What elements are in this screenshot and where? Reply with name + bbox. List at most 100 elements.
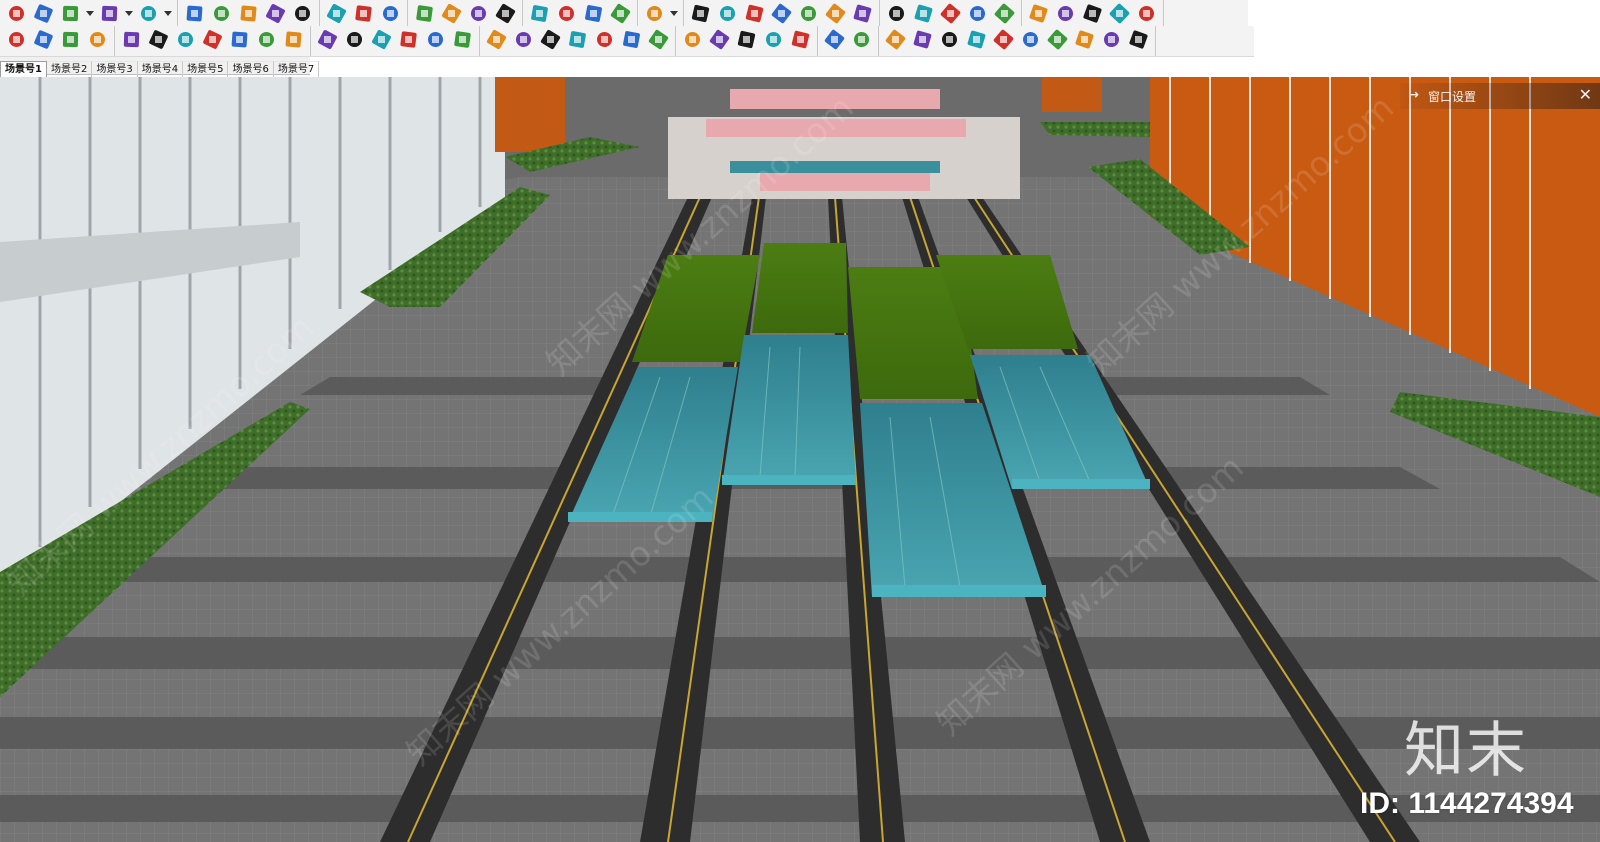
triangle-flip-icon[interactable]	[1044, 28, 1071, 52]
share-model-icon[interactable]	[553, 2, 580, 26]
stamp-icon[interactable]	[768, 2, 795, 26]
model-scene[interactable]: 知末网 www.znzmo.com 知末网 www.znzmo.com 知末网 …	[0, 77, 1600, 842]
columns-icon[interactable]	[645, 28, 672, 52]
bar-chart-icon[interactable]	[84, 28, 111, 52]
style-shaded-icon[interactable]	[1133, 2, 1160, 26]
flag-icon[interactable]	[591, 28, 618, 52]
pan-hand-icon[interactable]	[438, 2, 465, 26]
style-hidden-line-icon[interactable]	[1106, 2, 1133, 26]
orbit-icon[interactable]	[411, 2, 438, 26]
paint-bucket-icon[interactable]	[377, 2, 404, 26]
weld-icon[interactable]	[118, 28, 145, 52]
scene-tab-3[interactable]: 场景号3	[92, 61, 138, 77]
toolbar-row-1-group-1	[0, 0, 178, 28]
select-arrow-icon[interactable]	[3, 2, 30, 26]
dot-grid-icon[interactable]	[706, 28, 733, 52]
rotate-icon[interactable]	[262, 2, 289, 26]
diagonal-move-icon[interactable]	[1017, 28, 1044, 52]
split-curve-icon[interactable]	[172, 28, 199, 52]
style-xray-icon[interactable]	[1025, 2, 1052, 26]
sandbox-from-contours-icon[interactable]	[687, 2, 714, 26]
account-icon[interactable]	[641, 2, 668, 26]
spiral-icon[interactable]	[253, 28, 280, 52]
layers-stack-icon[interactable]	[733, 28, 760, 52]
smoove-icon[interactable]	[741, 2, 768, 26]
wave-icon[interactable]	[537, 28, 564, 52]
push-pull-icon[interactable]	[181, 2, 208, 26]
mirror-icon[interactable]	[679, 28, 706, 52]
redo-curve-icon[interactable]	[1098, 28, 1125, 52]
render-camera-icon[interactable]	[848, 28, 875, 52]
chain-icon[interactable]	[510, 28, 537, 52]
solid-subtract-icon[interactable]	[964, 2, 991, 26]
warehouse-icon[interactable]	[526, 2, 553, 26]
cylinder-icon[interactable]	[314, 28, 341, 52]
follow-me-icon[interactable]	[208, 2, 235, 26]
extrude-icon[interactable]	[395, 28, 422, 52]
extension-warehouse-icon[interactable]	[580, 2, 607, 26]
scene-tab-6[interactable]: 场景号6	[228, 61, 274, 77]
offset-curve-icon[interactable]	[226, 28, 253, 52]
zoom-extents-icon[interactable]	[492, 2, 519, 26]
pencil-icon[interactable]	[57, 2, 84, 26]
axes-blue-icon[interactable]	[882, 28, 909, 52]
toolbar-row-2-group-4	[480, 26, 676, 56]
broom-icon[interactable]	[787, 28, 814, 52]
solid-trim-icon[interactable]	[991, 2, 1018, 26]
dropdown-arrow-icon[interactable]	[84, 2, 96, 26]
scene-tab-4[interactable]: 场景号4	[137, 61, 184, 77]
text-label-icon[interactable]	[350, 2, 377, 26]
toolbar-row-2-group-3	[311, 26, 480, 56]
zoom-icon[interactable]	[465, 2, 492, 26]
tray-panel-header[interactable]: ➜ 窗口设置 ✕	[1400, 83, 1600, 109]
dropdown-arrow-icon[interactable]	[668, 2, 680, 26]
knife-icon[interactable]	[760, 28, 787, 52]
scene-tab-5[interactable]: 场景号5	[183, 61, 229, 77]
arc-tool-icon[interactable]	[96, 2, 123, 26]
arch-icon[interactable]	[483, 28, 510, 52]
dropdown-arrow-icon[interactable]	[123, 2, 135, 26]
pin-icon[interactable]: ➜	[1410, 88, 1419, 101]
join-lines-icon[interactable]	[145, 28, 172, 52]
sandbox-from-scratch-icon[interactable]	[714, 2, 741, 26]
close-icon[interactable]: ✕	[1579, 85, 1592, 104]
vertical-bar-icon[interactable]	[936, 28, 963, 52]
fence-icon[interactable]	[618, 28, 645, 52]
texture-cube-icon[interactable]	[909, 28, 936, 52]
component-stack-icon[interactable]	[422, 28, 449, 52]
style-wireframe-icon[interactable]	[1079, 2, 1106, 26]
arrows-up-down-icon[interactable]	[963, 28, 990, 52]
arrows-up-red-icon[interactable]	[990, 28, 1017, 52]
render-settings-icon[interactable]	[821, 28, 848, 52]
helix-icon[interactable]	[564, 28, 591, 52]
scene-tab-1[interactable]: 场景号1	[0, 61, 47, 77]
solid-union-icon[interactable]	[937, 2, 964, 26]
dropdown-arrow-icon[interactable]	[162, 2, 174, 26]
undo-curve-icon[interactable]	[1071, 28, 1098, 52]
shape-bender-icon[interactable]	[368, 28, 395, 52]
bezier-icon[interactable]	[199, 28, 226, 52]
send-to-layout-icon[interactable]	[607, 2, 634, 26]
watermark-id: ID: 1144274394	[1360, 787, 1574, 820]
solid-outer-shell-icon[interactable]	[883, 2, 910, 26]
model-viewport[interactable]: 知末网 www.znzmo.com 知末网 www.znzmo.com 知末网 …	[0, 77, 1600, 842]
scale-icon[interactable]	[289, 2, 316, 26]
scene-tab-2[interactable]: 场景号2	[46, 61, 93, 77]
railing-icon[interactable]	[30, 28, 57, 52]
style-back-edges-icon[interactable]	[1052, 2, 1079, 26]
move-icon[interactable]	[235, 2, 262, 26]
tape-measure-icon[interactable]	[323, 2, 350, 26]
curve-edit-icon[interactable]	[280, 28, 307, 52]
stairs-icon[interactable]	[3, 28, 30, 52]
drape-icon[interactable]	[795, 2, 822, 26]
rectangle-icon[interactable]	[135, 2, 162, 26]
flip-edge-icon[interactable]	[849, 2, 876, 26]
eraser-icon[interactable]	[30, 2, 57, 26]
glove-icon[interactable]	[1125, 28, 1152, 52]
add-detail-icon[interactable]	[822, 2, 849, 26]
lattice-icon[interactable]	[341, 28, 368, 52]
ramp-icon[interactable]	[57, 28, 84, 52]
solid-intersect-icon[interactable]	[910, 2, 937, 26]
fill-icon[interactable]	[449, 28, 476, 52]
scene-tab-7[interactable]: 场景号7	[273, 61, 320, 77]
